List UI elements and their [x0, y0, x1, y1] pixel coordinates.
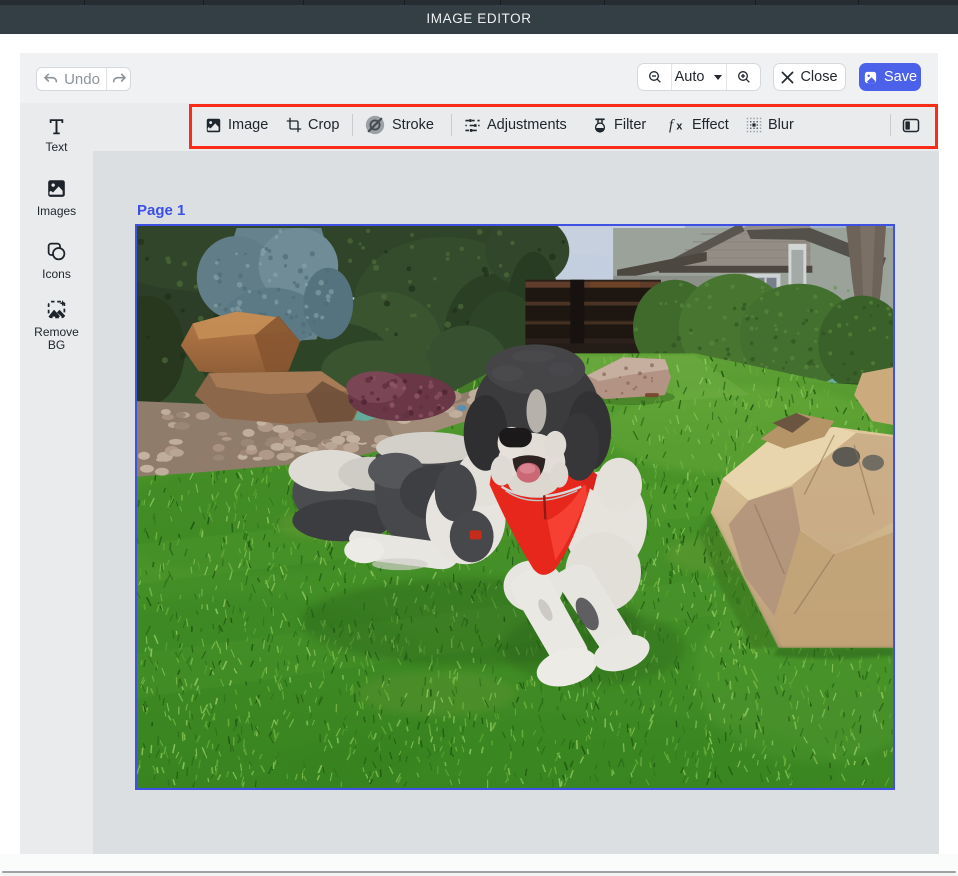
svg-text:f: f — [669, 118, 675, 133]
svg-text:x: x — [676, 121, 682, 133]
